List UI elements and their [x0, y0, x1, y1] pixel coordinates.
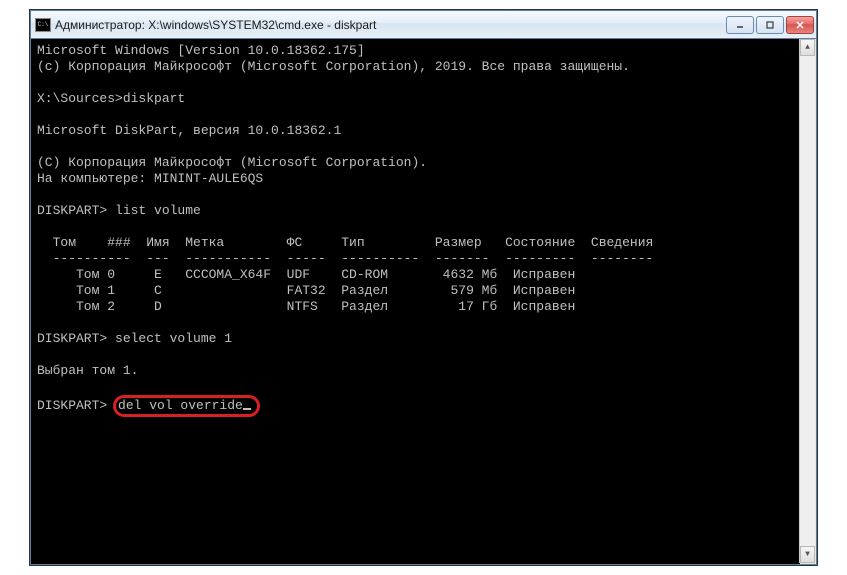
table-row: Том 2 D NTFS Раздел 17 Гб Исправен	[37, 299, 575, 314]
table-header: Том ### Имя Метка ФС Тип Размер Состояни…	[37, 235, 653, 250]
computer-name-line: На компьютере: MININT-AULE6QS	[37, 171, 263, 186]
maximize-button[interactable]	[756, 16, 784, 34]
diskpart-copyright: (C) Корпорация Майкрософт (Microsoft Cor…	[37, 155, 427, 170]
scroll-up-arrow-icon[interactable]: ▲	[800, 39, 815, 56]
command-text: del vol override	[118, 398, 243, 413]
window-controls	[726, 16, 814, 34]
close-button[interactable]	[786, 16, 814, 34]
vertical-scrollbar[interactable]: ▲ ▼	[799, 39, 815, 563]
table-row: Том 1 C FAT32 Раздел 579 Мб Исправен	[37, 283, 575, 298]
command-text: diskpart	[123, 91, 185, 106]
text-cursor	[243, 408, 251, 410]
selected-message: Выбран том 1.	[37, 363, 138, 378]
version-line: Microsoft Windows [Version 10.0.18362.17…	[37, 43, 365, 58]
copyright-line: (c) Корпорация Майкрософт (Microsoft Cor…	[37, 59, 630, 74]
minimize-button[interactable]	[726, 16, 754, 34]
cmd-icon	[35, 18, 51, 32]
terminal-output[interactable]: Microsoft Windows [Version 10.0.18362.17…	[31, 39, 816, 564]
diskpart-prompt: DISKPART>	[37, 331, 115, 346]
titlebar[interactable]: Администратор: X:\windows\SYSTEM32\cmd.e…	[31, 11, 816, 39]
prompt: X:\Sources>	[37, 91, 123, 106]
diskpart-version: Microsoft DiskPart, версия 10.0.18362.1	[37, 123, 341, 138]
diskpart-prompt: DISKPART>	[37, 398, 115, 413]
cmd-window: Администратор: X:\windows\SYSTEM32\cmd.e…	[30, 10, 817, 565]
scroll-down-arrow-icon[interactable]: ▼	[800, 546, 815, 563]
command-text: list volume	[115, 203, 201, 218]
diskpart-prompt: DISKPART>	[37, 203, 115, 218]
command-text: select volume 1	[115, 331, 232, 346]
highlighted-command: del vol override	[113, 395, 260, 417]
window-title: Администратор: X:\windows\SYSTEM32\cmd.e…	[55, 18, 726, 32]
table-row: Том 0 E CCCOMA_X64F UDF CD-ROM 4632 Мб И…	[37, 267, 575, 282]
table-divider: ---------- --- ----------- ----- -------…	[37, 251, 653, 266]
